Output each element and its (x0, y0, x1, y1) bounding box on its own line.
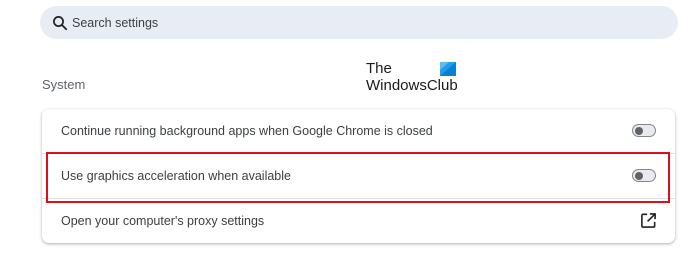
toggle-knob (635, 126, 643, 135)
search-input[interactable] (72, 6, 662, 39)
setting-label: Continue running background apps when Go… (61, 124, 433, 138)
system-settings-card: Continue running background apps when Go… (42, 109, 675, 243)
windows-logo-icon (440, 62, 456, 76)
toggle-knob (635, 171, 643, 180)
setting-row-graphics-acceleration[interactable]: Use graphics acceleration when available (42, 154, 675, 198)
search-bar[interactable] (40, 6, 678, 39)
watermark-text-line2: WindowsClub (366, 77, 458, 94)
setting-row-proxy-settings[interactable]: Open your computer's proxy settings (42, 199, 675, 243)
watermark-logo: The WindowsClub (366, 60, 466, 96)
setting-label: Use graphics acceleration when available (61, 169, 291, 183)
section-title: System (42, 77, 86, 92)
setting-label: Open your computer's proxy settings (61, 214, 265, 228)
graphics-acceleration-toggle[interactable] (632, 169, 656, 182)
search-icon (53, 16, 68, 31)
watermark-text-line1: The (366, 60, 392, 77)
background-apps-toggle[interactable] (632, 124, 656, 137)
setting-row-background-apps[interactable]: Continue running background apps when Go… (42, 109, 675, 153)
open-in-new-icon[interactable] (640, 212, 657, 229)
